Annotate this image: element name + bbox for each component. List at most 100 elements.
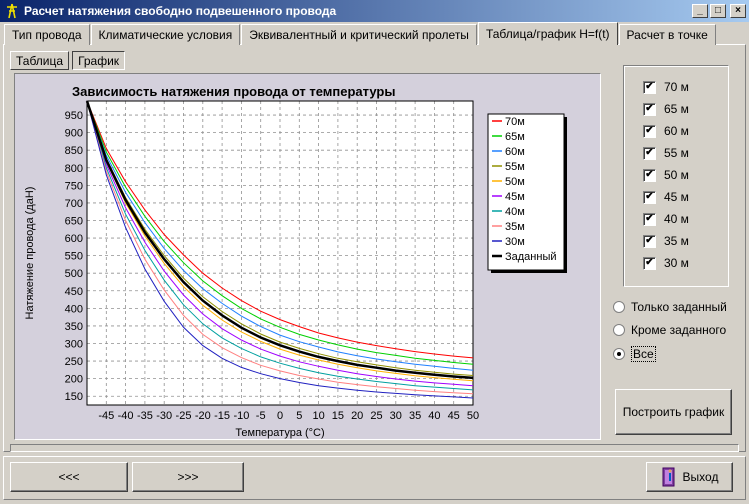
checkbox-40m[interactable]: ✔ 40 м	[643, 211, 689, 227]
y-tick-label: 200	[65, 374, 83, 386]
radio-all[interactable]: Все	[613, 346, 656, 362]
tab-wire-type[interactable]: Тип провода	[4, 24, 90, 45]
radio-except-given[interactable]: Кроме заданного	[613, 322, 726, 338]
tab-climate[interactable]: Климатические условия	[90, 24, 241, 45]
app-icon	[7, 3, 17, 19]
checkbox-35m[interactable]: ✔ 35 м	[643, 233, 689, 249]
checkbox-label: 30 м	[664, 256, 689, 270]
exit-label: Выход	[682, 470, 719, 484]
legend-label: 55м	[505, 161, 525, 173]
checkbox-check-icon: ✔	[643, 168, 656, 182]
checkbox-50m[interactable]: ✔ 50 м	[643, 167, 689, 183]
chart-frame: -45 -40 -35 -30 -25 -20 -15 -10 -5 0 5 10 15 20 25 30 35…	[14, 73, 601, 440]
x-tick-label: 45	[448, 410, 460, 422]
x-tick-label: 5	[296, 410, 302, 422]
y-tick-label: 650	[65, 215, 83, 227]
y-tick-label: 450	[65, 286, 83, 298]
y-tick-label: 800	[65, 163, 83, 175]
checkbox-label: 55 м	[664, 146, 689, 160]
x-tick-label: -45	[98, 410, 114, 422]
y-tick-label: 900	[65, 128, 83, 140]
close-button[interactable]: ×	[730, 4, 746, 18]
chart-title: Зависимость натяжения провода от темпера…	[72, 84, 395, 99]
subtab-table[interactable]: Таблица	[10, 51, 70, 70]
x-tick-label: -10	[233, 410, 249, 422]
minimize-button[interactable]: _	[692, 4, 708, 18]
radio-label: Все	[631, 346, 656, 362]
x-axis-label: Температура (°C)	[235, 427, 324, 439]
legend-label: 40м	[505, 206, 525, 218]
x-tick-label: -5	[256, 410, 266, 422]
y-tick-label: 950	[65, 110, 83, 122]
checkbox-check-icon: ✔	[643, 190, 656, 204]
checkbox-label: 50 м	[664, 168, 689, 182]
tension-chart: -45 -40 -35 -30 -25 -20 -15 -10 -5 0 5 10 15 20 25 30 35…	[24, 84, 567, 439]
legend-label: 30м	[505, 236, 525, 248]
x-tick-label: -35	[137, 410, 153, 422]
y-tick-label: 500	[65, 268, 83, 280]
x-tick-label: 25	[370, 410, 382, 422]
checkbox-label: 40 м	[664, 212, 689, 226]
maximize-button[interactable]: □	[710, 4, 726, 18]
checkbox-check-icon: ✔	[643, 146, 656, 160]
close-icon: ×	[735, 5, 741, 16]
x-tick-label: -25	[176, 410, 192, 422]
tab-table-chart[interactable]: Таблица/график H=f(t)	[477, 22, 618, 45]
legend-label: 45м	[505, 191, 525, 203]
radio-circle-icon	[613, 301, 625, 313]
progress-bar	[10, 444, 739, 452]
checkbox-label: 60 м	[664, 124, 689, 138]
x-tick-label: 50	[467, 410, 479, 422]
build-chart-button[interactable]: Построить график	[615, 389, 732, 435]
x-tick-label: 20	[351, 410, 363, 422]
radio-only-given[interactable]: Только заданный	[613, 299, 727, 315]
next-button[interactable]: >>>	[132, 462, 244, 492]
y-tick-label: 750	[65, 180, 83, 192]
legend-label: 70м	[505, 116, 525, 128]
checkbox-check-icon: ✔	[643, 102, 656, 116]
x-tick-label: 30	[390, 410, 402, 422]
tab-point-calc[interactable]: Расчет в точке	[618, 24, 716, 45]
legend-label: 65м	[505, 131, 525, 143]
checkbox-45m[interactable]: ✔ 45 м	[643, 189, 689, 205]
checkbox-70m[interactable]: ✔ 70 м	[643, 79, 689, 95]
checkbox-label: 35 м	[664, 234, 689, 248]
legend-box	[487, 113, 565, 271]
y-tick-label: 250	[65, 356, 83, 368]
x-tick-label: 15	[332, 410, 344, 422]
legend-label: 60м	[505, 146, 525, 158]
radio-label: Только заданный	[631, 300, 727, 314]
radio-label: Кроме заданного	[631, 323, 727, 337]
checkbox-label: 65 м	[664, 102, 689, 116]
checkbox-30m[interactable]: ✔ 30 м	[643, 255, 689, 271]
checkbox-check-icon: ✔	[643, 212, 656, 226]
checkbox-label: 45 м	[664, 190, 689, 204]
checkbox-60m[interactable]: ✔ 60 м	[643, 123, 689, 139]
y-tick-label: 600	[65, 233, 83, 245]
y-axis-label: Натяжение провода (даН)	[24, 187, 36, 320]
radio-circle-icon	[613, 324, 625, 336]
y-tick-label: 550	[65, 251, 83, 263]
sub-tabs: Таблица График	[10, 51, 126, 70]
window-title: Расчет натяжения свободно подвешенного п…	[24, 4, 337, 18]
tab-spans[interactable]: Эквивалентный и критический пролеты	[241, 24, 477, 45]
checkbox-65m[interactable]: ✔ 65 м	[643, 101, 689, 117]
x-tick-label: 35	[409, 410, 421, 422]
radio-selected-icon	[613, 348, 625, 360]
subtab-chart[interactable]: График	[72, 51, 126, 70]
x-tick-label: 10	[312, 410, 324, 422]
checkbox-55m[interactable]: ✔ 55 м	[643, 145, 689, 161]
y-tick-label: 350	[65, 321, 83, 333]
y-tick-label: 850	[65, 145, 83, 157]
checkbox-check-icon: ✔	[643, 234, 656, 248]
y-tick-label: 700	[65, 198, 83, 210]
x-tick-label: 0	[277, 410, 283, 422]
maximize-icon: □	[714, 5, 722, 16]
checkbox-check-icon: ✔	[643, 80, 656, 94]
checkbox-label: 70 м	[664, 80, 689, 94]
exit-button[interactable]: Выход	[646, 462, 733, 492]
minimize-icon: _	[697, 5, 703, 16]
y-tick-label: 300	[65, 338, 83, 350]
prev-button[interactable]: <<<	[10, 462, 128, 492]
title-bar: Расчет натяжения свободно подвешенного п…	[0, 0, 749, 22]
